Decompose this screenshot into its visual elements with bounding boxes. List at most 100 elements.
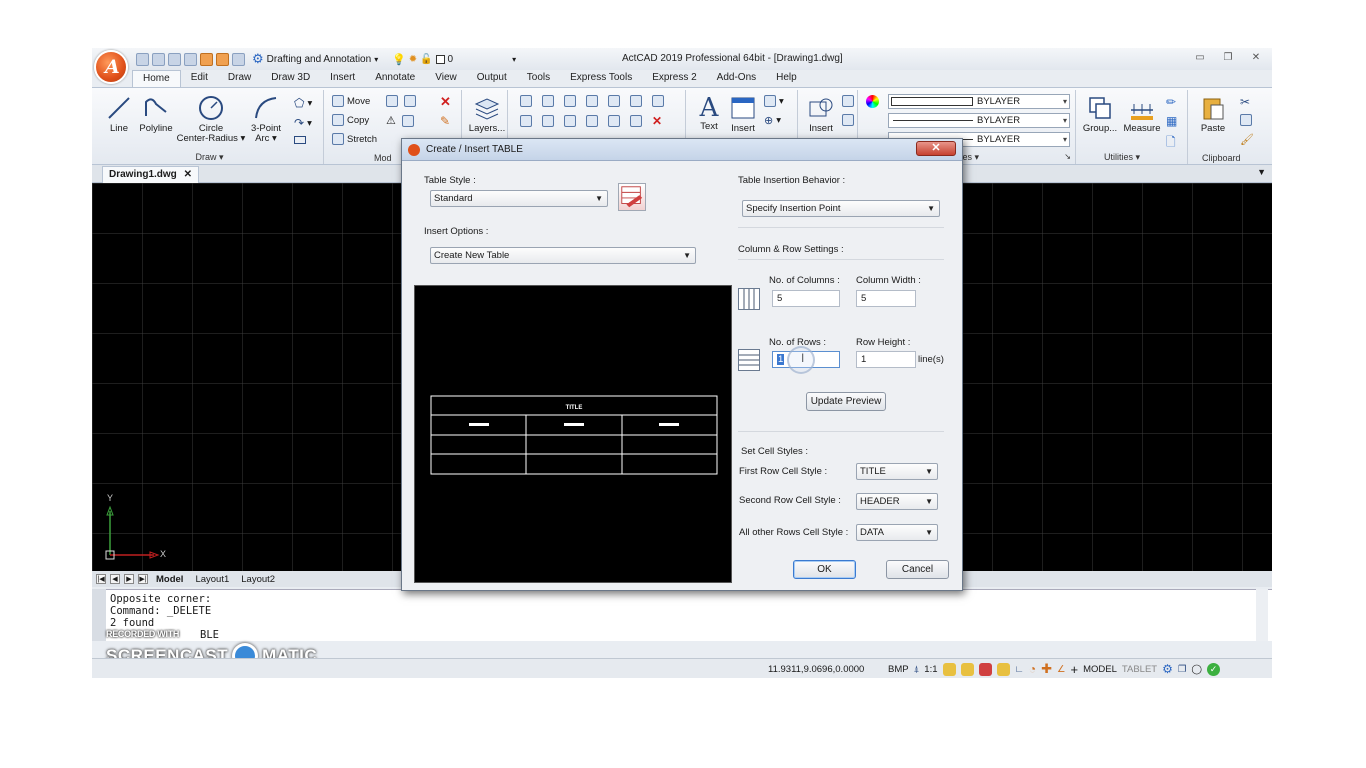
color-combo[interactable]: BYLAYER ▾: [888, 94, 1070, 109]
polyline-button[interactable]: Polyline: [136, 94, 176, 134]
minimize-button[interactable]: ▭: [1190, 51, 1210, 65]
otrack-icon[interactable]: ∠: [1057, 664, 1066, 675]
tab-add-ons[interactable]: Add-Ons: [707, 70, 766, 87]
leader-tool[interactable]: ⊕ ▾: [764, 114, 781, 127]
first-row-style-select[interactable]: TITLE ▼: [856, 463, 938, 480]
copy-button[interactable]: Copy: [332, 114, 369, 126]
restore-button[interactable]: ❐: [1218, 51, 1238, 65]
modify-tools-col2[interactable]: [386, 95, 416, 107]
open-file-icon[interactable]: [152, 52, 165, 66]
workspace-icon[interactable]: [978, 662, 992, 676]
first-layout-icon[interactable]: |◀: [96, 574, 106, 584]
insertion-behavior-select[interactable]: Specify Insertion Point ▼: [742, 200, 940, 217]
dialog-close-button[interactable]: ✕: [916, 141, 956, 156]
cut-button[interactable]: ✂: [1240, 95, 1250, 109]
modify-tools-col2b[interactable]: ⚠: [386, 114, 414, 127]
osnap-icon[interactable]: ✚: [1041, 661, 1052, 677]
row-height-input[interactable]: 1: [856, 351, 916, 368]
line-button[interactable]: Line: [102, 94, 136, 134]
chevron-down-icon[interactable]: ▼: [1257, 167, 1266, 177]
table-style-icon[interactable]: [618, 183, 646, 211]
table-style-select[interactable]: Standard ▼: [430, 190, 608, 207]
utility-tool-2[interactable]: ▦: [1166, 114, 1177, 128]
columns-input[interactable]: 5: [772, 290, 840, 307]
tab-express-2[interactable]: Express 2: [642, 70, 706, 87]
rows-input[interactable]: 1 I: [772, 346, 840, 374]
utility-tool-3[interactable]: 🗋: [1166, 133, 1176, 154]
document-tab[interactable]: Drawing1.dwg ✕: [102, 166, 199, 183]
block-tool-2[interactable]: [842, 114, 854, 126]
utilities-panel-label[interactable]: Utilities ▾: [1078, 152, 1187, 163]
tab-edit[interactable]: Edit: [181, 70, 218, 87]
new-file-icon[interactable]: [136, 52, 149, 66]
tab-express-tools[interactable]: Express Tools: [560, 70, 642, 87]
next-layout-icon[interactable]: ▶: [124, 574, 134, 584]
tab-draw[interactable]: Draw: [218, 70, 261, 87]
annotation-visibility-icon[interactable]: [942, 662, 956, 676]
gear-icon[interactable]: ⚙: [1162, 662, 1173, 676]
second-row-style-select[interactable]: HEADER ▼: [856, 493, 938, 510]
tab-annotate[interactable]: Annotate: [365, 70, 425, 87]
redo-icon[interactable]: [216, 52, 229, 66]
tab-home[interactable]: Home: [132, 70, 181, 87]
other-rows-style-select[interactable]: DATA ▼: [856, 524, 938, 541]
workspace-switch-icon[interactable]: ❐: [1178, 664, 1187, 675]
clean-screen-icon[interactable]: ◯: [1191, 664, 1202, 675]
group-button[interactable]: Group...: [1080, 94, 1120, 134]
tablet-toggle[interactable]: TABLET: [1122, 664, 1157, 675]
tab-draw-3d[interactable]: Draw 3D: [261, 70, 320, 87]
tab-output[interactable]: Output: [467, 70, 517, 87]
copy-clip-button[interactable]: [1240, 114, 1252, 126]
save-icon[interactable]: [168, 52, 181, 66]
rectangle-tool[interactable]: [294, 136, 306, 144]
insert-options-select[interactable]: Create New Table ▼: [430, 247, 696, 264]
tab-help[interactable]: Help: [766, 70, 807, 87]
check-icon[interactable]: ✓: [1207, 662, 1221, 676]
grid-toggle-icon[interactable]: [996, 662, 1010, 676]
layout-tab-layout2[interactable]: Layout2: [237, 574, 279, 585]
cancel-button[interactable]: Cancel: [886, 560, 949, 579]
undo-icon[interactable]: [200, 52, 213, 66]
plot-icon[interactable]: [232, 52, 245, 66]
ok-button[interactable]: OK: [793, 560, 856, 579]
layout-tab-model[interactable]: Model: [152, 574, 187, 585]
bmp-toggle[interactable]: BMP: [888, 664, 909, 675]
close-window-button[interactable]: ✕: [1246, 51, 1266, 65]
tab-insert[interactable]: Insert: [320, 70, 365, 87]
scale-value[interactable]: 1:1: [924, 664, 937, 675]
annotation-scale-icon[interactable]: ⍋: [914, 664, 920, 675]
circle-button[interactable]: Circle Center-Radius ▾: [176, 94, 246, 144]
command-scrollbar[interactable]: [1256, 589, 1268, 641]
last-layout-icon[interactable]: ▶|: [138, 574, 148, 584]
clipboard-panel-label[interactable]: Clipboard: [1190, 153, 1268, 163]
text-button[interactable]: A Text: [692, 94, 726, 132]
block-tool-1[interactable]: [842, 95, 854, 107]
linetype-combo[interactable]: BYLAYER ▾: [888, 113, 1070, 128]
auto-scale-icon[interactable]: [960, 662, 974, 676]
explode-button[interactable]: ✎: [440, 114, 450, 128]
dimension-tool[interactable]: ▾: [764, 95, 784, 107]
insert-table-button[interactable]: Insert: [726, 94, 760, 134]
rotate-arc-tool[interactable]: ↷ ▾: [294, 116, 312, 130]
layers-button[interactable]: Layers...: [468, 94, 506, 134]
move-button[interactable]: Move: [332, 95, 370, 107]
ortho-icon[interactable]: ∟: [1015, 664, 1024, 675]
draw-panel-label[interactable]: Draw ▾: [96, 152, 323, 163]
layer-tools-row-1[interactable]: [520, 95, 664, 107]
column-width-input[interactable]: 5: [856, 290, 916, 307]
layer-tools-row-2[interactable]: ✕: [520, 114, 662, 128]
polygon-tool[interactable]: ⬠ ▾: [294, 96, 312, 110]
tab-view[interactable]: View: [425, 70, 467, 87]
dialog-title-bar[interactable]: Create / Insert TABLE ✕: [402, 139, 962, 161]
close-icon[interactable]: ✕: [184, 169, 192, 180]
match-prop-button[interactable]: 🖌: [1240, 133, 1254, 146]
utility-tool-1[interactable]: ✏: [1166, 95, 1176, 109]
model-toggle[interactable]: MODEL: [1083, 664, 1117, 675]
arc-button[interactable]: 3-Point Arc ▾: [246, 94, 286, 144]
paste-button[interactable]: Paste: [1196, 94, 1230, 134]
command-line[interactable]: Opposite corner: Command: _DELETE 2 foun…: [92, 589, 1272, 641]
insert-block-button[interactable]: Insert: [802, 94, 840, 134]
measure-button[interactable]: Measure: [1122, 94, 1162, 134]
tab-tools[interactable]: Tools: [517, 70, 560, 87]
update-preview-button[interactable]: Update Preview: [806, 392, 886, 411]
